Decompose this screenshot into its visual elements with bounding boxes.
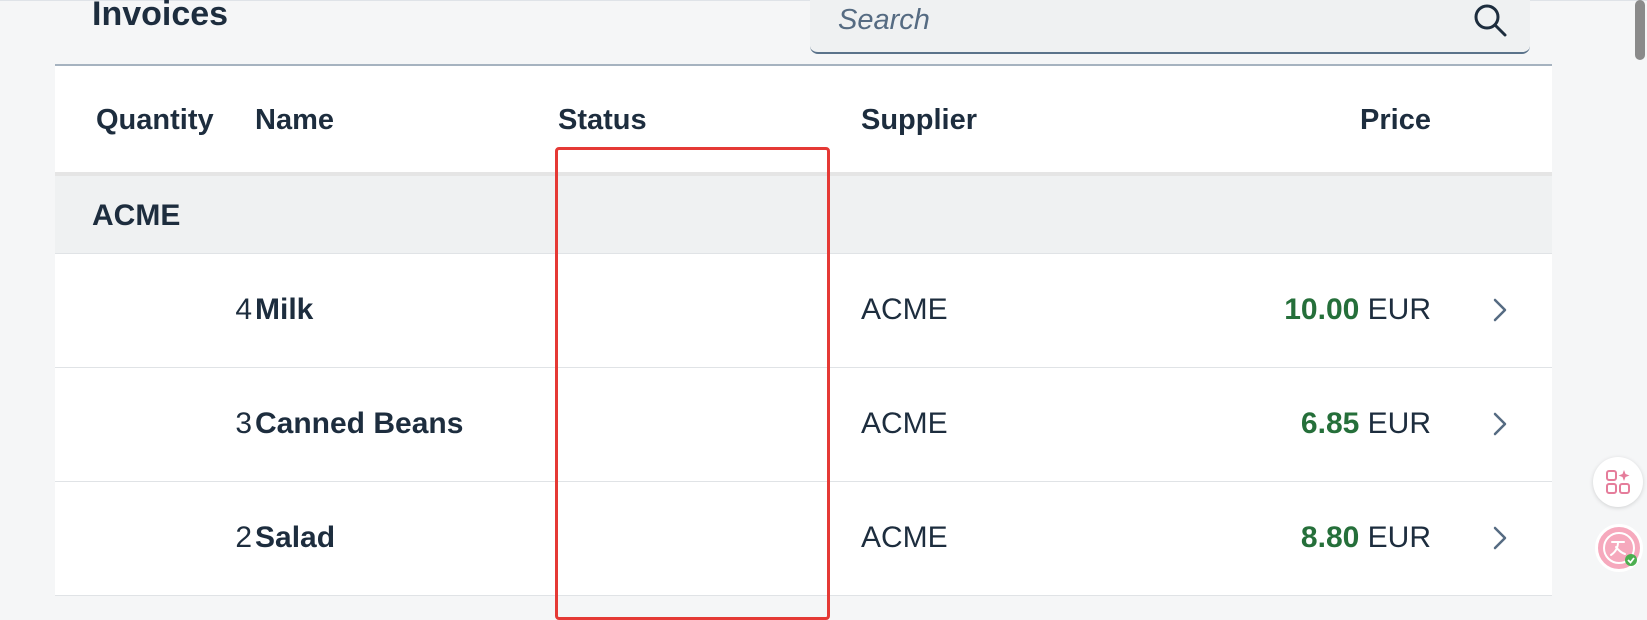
name-cell: Salad <box>255 521 336 554</box>
scrollbar-thumb[interactable] <box>1635 0 1645 60</box>
price-currency: EUR <box>1367 407 1431 440</box>
quantity-cell: 4 <box>235 293 252 326</box>
group-label: ACME <box>92 199 181 232</box>
supplier-cell: ACME <box>861 293 948 326</box>
page-title: Invoices <box>92 0 229 33</box>
quantity-cell: 2 <box>235 521 252 554</box>
supplier-cell: ACME <box>861 521 948 554</box>
price-cell: 6.85 EUR <box>1301 406 1431 442</box>
status-column-highlight <box>555 147 830 620</box>
translate-icon <box>1603 532 1637 566</box>
name-cell: Milk <box>255 293 314 326</box>
price-cell: 10.00 EUR <box>1284 292 1431 328</box>
price-value: 6.85 <box>1300 407 1360 440</box>
invoice-table: Quantity Name Status Supplier Price ACME… <box>55 64 1552 620</box>
column-header-status[interactable]: Status <box>558 102 647 138</box>
supplier-cell: ACME <box>861 407 948 440</box>
apps-sparkle-button[interactable] <box>1593 457 1643 507</box>
chevron-right-icon[interactable] <box>1487 408 1513 440</box>
search-icon[interactable] <box>1470 0 1510 40</box>
name-cell: Canned Beans <box>255 407 464 440</box>
column-header-quantity[interactable]: Quantity <box>96 102 214 138</box>
price-cell: 8.80 EUR <box>1301 520 1431 556</box>
search-input[interactable]: Search <box>838 0 930 40</box>
quantity-cell: 3 <box>235 407 252 440</box>
search-field[interactable]: Search <box>810 0 1530 54</box>
price-value: 8.80 <box>1300 521 1360 554</box>
chevron-right-icon[interactable] <box>1487 294 1513 326</box>
column-header-name[interactable]: Name <box>255 102 334 138</box>
price-currency: EUR <box>1367 293 1431 326</box>
column-header-supplier[interactable]: Supplier <box>861 102 977 138</box>
chevron-right-icon[interactable] <box>1487 522 1513 554</box>
price-value: 10.00 <box>1284 293 1360 326</box>
price-currency: EUR <box>1367 521 1431 554</box>
column-header-price[interactable]: Price <box>1360 102 1431 138</box>
translate-button[interactable] <box>1595 524 1643 572</box>
apps-sparkle-icon <box>1606 470 1630 494</box>
